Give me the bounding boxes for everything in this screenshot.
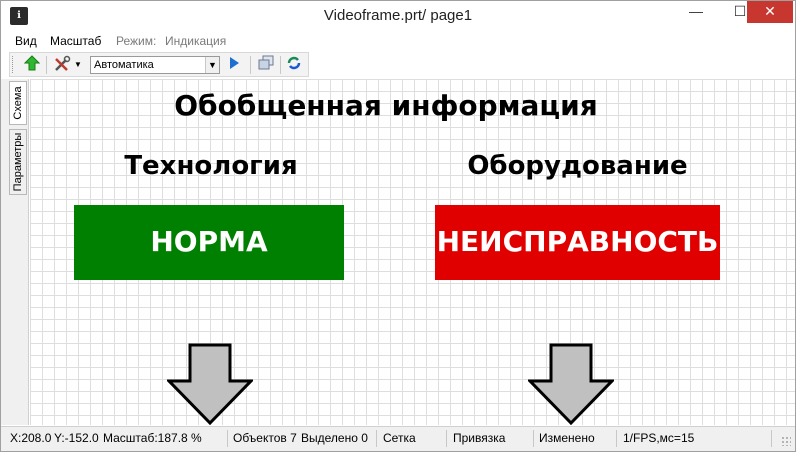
menu-view[interactable]: Вид [15,34,37,48]
status-fps: 1/FPS,мс=15 [623,431,695,445]
tools-icon[interactable] [52,55,72,75]
toolbar-separator [280,56,281,74]
windows-icon[interactable] [256,55,276,75]
tools-dropdown-icon[interactable]: ▼ [72,55,84,75]
title-bar: ℹ Videoframe.prt/ page1 — ☐ ✕ [1,1,795,31]
app-window: ℹ Videoframe.prt/ page1 — ☐ ✕ Вид Масшта… [0,0,796,452]
status-y-coord: Y:-152.0 [54,431,99,445]
mode-select[interactable]: Автоматика ▼ [90,56,220,74]
play-icon[interactable] [224,55,244,75]
status-grid[interactable]: Сетка [383,431,416,445]
menu-scale[interactable]: Масштаб [50,34,101,48]
status-separator [533,430,534,447]
technology-status-indicator[interactable]: НОРМА [74,205,344,280]
window-title: Videoframe.prt/ page1 [323,7,473,24]
tab-params-label: Параметры [12,132,24,192]
status-selected: Выделено 0 [301,431,368,445]
status-separator [446,430,447,447]
page-title: Обобщенная информация [174,89,598,122]
status-separator [227,430,228,447]
toolbar-grip[interactable] [12,56,16,73]
chevron-down-icon[interactable]: ▼ [205,57,219,73]
close-button[interactable]: ✕ [747,1,793,23]
status-snap[interactable]: Привязка [453,431,505,445]
toolbar-separator [46,56,47,74]
technology-heading: Технология [124,151,298,181]
status-bar: X:208.0 Y:-152.0 Масштаб:187.8 % Объекто… [1,426,795,451]
status-zoom: Масштаб:187.8 % [103,431,202,445]
status-x-coord: X:208.0 [10,431,52,445]
status-separator [771,430,772,447]
status-separator [376,430,377,447]
refresh-icon[interactable] [284,55,304,75]
menu-bar: Вид Масштаб Режим: Индикация [1,31,795,51]
equipment-status-indicator[interactable]: НЕИСПРАВНОСТЬ [435,205,720,280]
menu-indication[interactable]: Индикация [165,34,226,48]
tab-schema-label: Схема [12,86,24,120]
resize-grip[interactable] [781,436,791,446]
minimize-button[interactable]: — [681,1,711,23]
status-changed: Изменено [539,431,595,445]
status-objects: Объектов 7 [233,431,297,445]
status-separator [616,430,617,447]
side-tabs: Схема Параметры [1,79,29,425]
toolbar: ▼ Автоматика ▼ [9,52,309,77]
down-arrow-icon[interactable] [167,343,253,425]
tab-params[interactable]: Параметры [9,129,27,195]
tab-schema[interactable]: Схема [9,81,27,125]
menu-mode-label: Режим: [116,34,157,48]
toolbar-separator [250,56,251,74]
green-up-arrow-icon[interactable] [22,55,42,75]
equipment-heading: Оборудование [467,151,688,181]
mode-select-value: Автоматика [94,59,154,71]
down-arrow-icon[interactable] [528,343,614,425]
schema-canvas[interactable]: Обобщенная информация Технология Оборудо… [30,79,795,425]
